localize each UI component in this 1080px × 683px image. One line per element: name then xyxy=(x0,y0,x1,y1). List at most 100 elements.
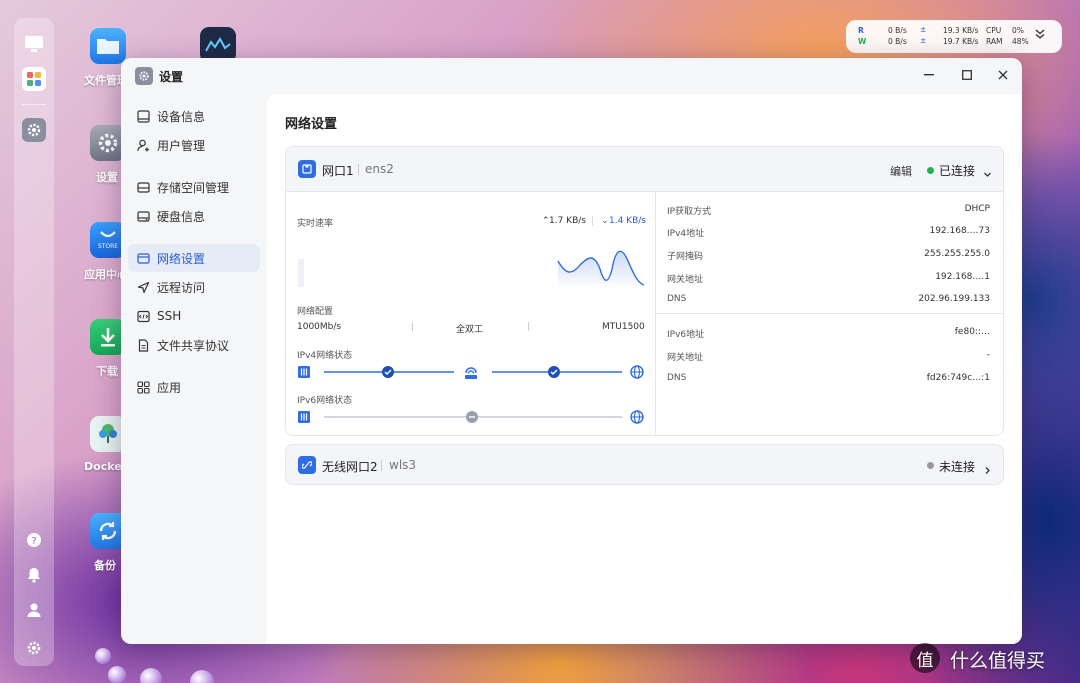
info-key: DNS xyxy=(667,373,687,383)
sidebar-item-device-info[interactable]: 设备信息 xyxy=(128,102,260,130)
ipv4-address-value: 192.168.…73 xyxy=(929,226,990,236)
sidebar-item-label: 应用 xyxy=(157,380,182,395)
file-share-icon xyxy=(136,338,150,352)
mtu-value: MTU1500 xyxy=(602,322,645,332)
ipv6-status-diagram xyxy=(298,410,644,424)
sidebar-item-label: 存储空间管理 xyxy=(157,180,230,195)
port-interface: wls3 xyxy=(389,458,417,472)
info-key: IP获取方式 xyxy=(667,207,712,217)
sidebar-item-label: 文件共享协议 xyxy=(157,338,230,353)
settings-icon[interactable] xyxy=(22,118,46,142)
port-name: 无线网口2 xyxy=(322,460,378,474)
ipv4-status-label: IPv4网络状态 xyxy=(297,351,353,361)
sidebar-item-network[interactable]: 网络设置 xyxy=(128,244,260,272)
duplex-mode: 全双工 xyxy=(456,325,484,335)
sidebar-item-file-share[interactable]: 文件共享协议 xyxy=(128,331,260,359)
dns-value: 202.96.199.133 xyxy=(918,294,990,304)
write-speed: 0 B/s xyxy=(888,37,907,46)
sidebar-item-label: 远程访问 xyxy=(157,280,206,295)
chevron-right-icon[interactable] xyxy=(983,460,992,479)
upload-arrow-icon: ± xyxy=(920,25,927,34)
disk-icon xyxy=(136,209,150,223)
sidebar-item-label: 用户管理 xyxy=(157,138,206,153)
ram-label: RAM xyxy=(986,37,1003,46)
traffic-chart xyxy=(298,250,645,289)
decor-bubble xyxy=(95,648,111,664)
status-dot xyxy=(927,462,934,469)
ipv6-dns-value: fd26:749c…:1 xyxy=(926,373,990,383)
upload-rate: 1.7 KB/s xyxy=(549,216,586,226)
info-key: 网关地址 xyxy=(667,275,704,285)
subnet-mask-value: 255.255.255.0 xyxy=(924,249,990,259)
window-titlebar[interactable]: 设置 xyxy=(121,58,1022,94)
sidebar-item-label: 硬盘信息 xyxy=(157,209,206,224)
port-interface: ens2 xyxy=(365,162,394,176)
chevron-down-icon[interactable] xyxy=(983,164,992,183)
window-title: 设置 xyxy=(159,70,184,84)
minimize-button[interactable] xyxy=(921,67,937,83)
info-key: DNS xyxy=(667,294,687,304)
gear-icon[interactable] xyxy=(22,636,46,660)
info-key: IPv4地址 xyxy=(667,229,705,239)
link-speed: 1000Mb/s xyxy=(297,322,342,332)
maximize-button[interactable] xyxy=(959,67,975,83)
apps-icon[interactable] xyxy=(22,67,46,91)
decor-bubble xyxy=(108,666,126,683)
dock: ? xyxy=(14,18,54,666)
sidebar-item-label: 设备信息 xyxy=(157,109,206,124)
remote-icon xyxy=(136,280,150,294)
svg-text:?: ? xyxy=(31,536,36,547)
write-label: W xyxy=(858,37,867,46)
device-info-icon xyxy=(136,109,150,123)
wireless-port-icon xyxy=(298,456,316,474)
net-up-speed: 19.3 KB/s xyxy=(943,26,979,35)
help-icon[interactable]: ? xyxy=(22,528,46,552)
edit-button[interactable]: 编辑 xyxy=(890,163,912,179)
decor-bubble xyxy=(190,670,214,683)
sidebar-item-storage[interactable]: 存储空间管理 xyxy=(128,173,260,201)
read-label: R xyxy=(858,26,864,35)
system-monitor-widget[interactable]: R W 0 B/s 0 B/s ± ± 19.3 KB/s 19.7 KB/s … xyxy=(846,20,1062,53)
watermark-text: 什么值得买 xyxy=(950,650,1046,672)
sidebar-item-remote[interactable]: 远程访问 xyxy=(128,273,260,301)
connection-status: 已连接 xyxy=(939,164,976,178)
ram-value: 48% xyxy=(1012,37,1029,46)
user-icon[interactable] xyxy=(22,598,46,622)
info-key: 子网掩码 xyxy=(667,252,704,262)
check-icon xyxy=(548,366,560,378)
sidebar-item-apps[interactable]: 应用 xyxy=(128,373,260,401)
wireless-port-card[interactable]: 无线网口2 wls3 未连接 xyxy=(285,444,1004,485)
monitor-icon[interactable] xyxy=(22,32,46,56)
ipv4-status-diagram xyxy=(298,365,644,379)
storage-icon xyxy=(136,180,150,194)
close-button[interactable] xyxy=(995,67,1011,83)
info-key: 网关地址 xyxy=(667,353,704,363)
sidebar-item-ssh[interactable]: SSH xyxy=(128,302,260,330)
network-icon xyxy=(136,251,150,265)
ssh-icon xyxy=(136,309,150,323)
download-arrow-icon: ± xyxy=(920,36,927,45)
ip-method-value: DHCP xyxy=(964,204,990,214)
settings-sidebar: 设备信息 用户管理 存储空间管理 硬盘信息 网络设置 远程访问 SSH 文件共享… xyxy=(121,94,266,644)
sidebar-item-disk[interactable]: 硬盘信息 xyxy=(128,202,260,230)
status-dot xyxy=(927,167,934,174)
ipv6-address-value: fe80::… xyxy=(954,327,990,337)
sidebar-item-label: SSH xyxy=(157,309,182,323)
chevron-down-icon[interactable] xyxy=(1035,28,1045,42)
port-card-header[interactable]: 网口1 ens2 编辑 已连接 xyxy=(286,147,1003,192)
ipv6-status-label: IPv6网络状态 xyxy=(297,396,353,406)
download-rate: 1.4 KB/s xyxy=(609,216,646,226)
page-title: 网络设置 xyxy=(285,117,338,132)
download-arrow-icon: ⌄ xyxy=(601,216,609,226)
gateway-value: 192.168.…1 xyxy=(935,272,990,282)
realtime-rate-label: 实时速率 xyxy=(297,219,334,229)
ipv6-gateway-value: - xyxy=(986,350,990,360)
svg-text:STORE: STORE xyxy=(98,243,118,250)
user-icon xyxy=(136,138,150,152)
network-config-label: 网络配置 xyxy=(297,307,334,317)
watermark-logo: 值 xyxy=(910,643,940,673)
check-icon xyxy=(382,366,394,378)
bell-icon[interactable] xyxy=(22,563,46,587)
apps-icon xyxy=(136,380,150,394)
sidebar-item-users[interactable]: 用户管理 xyxy=(128,131,260,159)
